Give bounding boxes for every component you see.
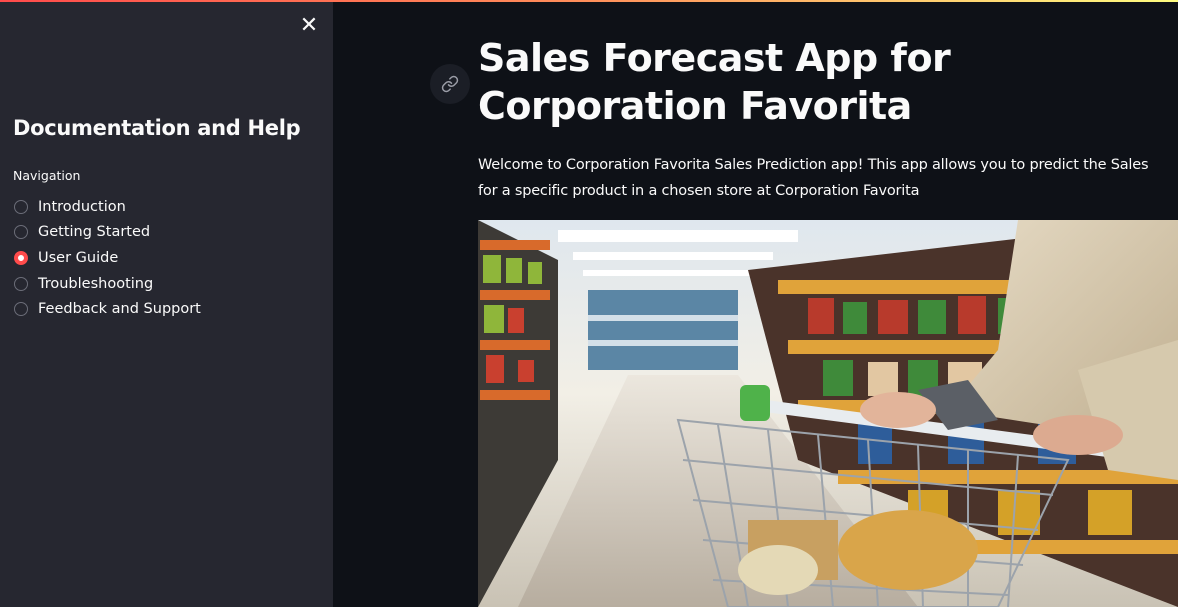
nav-option-label: Feedback and Support (38, 301, 201, 318)
radio-icon[interactable] (14, 276, 28, 291)
navigation-label: Navigation (13, 168, 81, 183)
nav-option-introduction[interactable]: Introduction (14, 194, 201, 220)
close-sidebar-button[interactable]: ✕ (298, 15, 320, 37)
nav-option-getting-started[interactable]: Getting Started (14, 220, 201, 246)
radio-icon[interactable] (14, 225, 28, 240)
header-anchor-link[interactable] (430, 64, 470, 104)
supermarket-hero-image (478, 220, 1178, 607)
radio-selected-icon[interactable] (14, 250, 28, 265)
page-title: Sales Forecast App for Corporation Favor… (478, 36, 951, 128)
nav-option-label: Introduction (38, 198, 126, 215)
navigation-radio-group: Introduction Getting Started User Guide … (14, 194, 201, 322)
link-icon (441, 75, 459, 93)
nav-option-label: Getting Started (38, 224, 151, 241)
radio-icon[interactable] (14, 199, 28, 214)
nav-option-label: User Guide (38, 249, 119, 266)
nav-option-user-guide[interactable]: User Guide (14, 245, 201, 271)
sidebar-title: Documentation and Help (13, 116, 301, 140)
nav-option-label: Troubleshooting (38, 275, 154, 292)
nav-option-troubleshooting[interactable]: Troubleshooting (14, 271, 201, 297)
close-icon: ✕ (299, 13, 319, 38)
radio-icon[interactable] (14, 302, 28, 317)
main-content: Sales Forecast App for Corporation Favor… (333, 0, 1178, 607)
top-decoration-bar (0, 0, 1178, 2)
nav-option-feedback-and-support[interactable]: Feedback and Support (14, 296, 201, 322)
intro-text: Welcome to Corporation Favorita Sales Pr… (478, 157, 1149, 199)
sidebar: ✕ Documentation and Help Navigation Intr… (0, 0, 333, 607)
